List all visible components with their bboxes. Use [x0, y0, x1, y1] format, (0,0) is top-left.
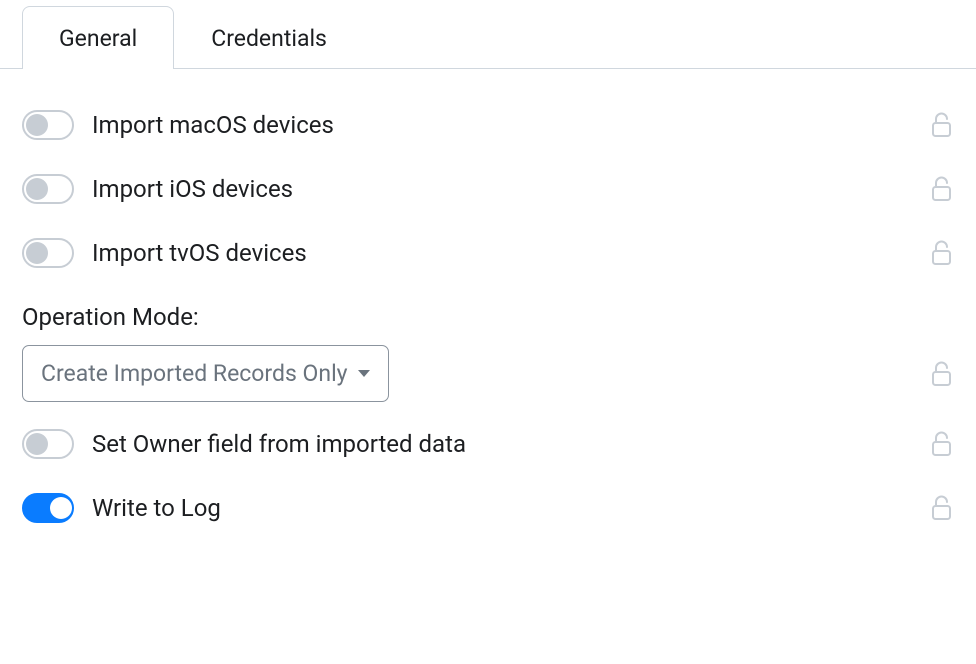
label-import-tvos: Import tvOS devices — [92, 239, 307, 267]
row-write-log: Write to Log — [22, 476, 954, 540]
general-panel: Import macOS devices Import iOS devices … — [0, 69, 976, 540]
label-import-macos: Import macOS devices — [92, 111, 334, 139]
select-operation-mode[interactable]: Create Imported Records Only — [22, 345, 389, 402]
toggle-set-owner[interactable] — [22, 429, 74, 459]
toggle-import-ios[interactable] — [22, 174, 74, 204]
row-import-ios: Import iOS devices — [22, 157, 954, 221]
select-operation-mode-value: Create Imported Records Only — [41, 360, 348, 387]
unlock-icon[interactable] — [930, 494, 954, 522]
toggle-import-tvos[interactable] — [22, 238, 74, 268]
unlock-icon[interactable] — [930, 430, 954, 458]
toggle-import-macos[interactable] — [22, 110, 74, 140]
caret-down-icon — [358, 370, 370, 377]
unlock-icon[interactable] — [930, 175, 954, 203]
row-import-macos: Import macOS devices — [22, 93, 954, 157]
unlock-icon[interactable] — [930, 239, 954, 267]
row-operation-mode: Create Imported Records Only — [22, 345, 954, 402]
tab-bar: General Credentials — [0, 0, 976, 69]
toggle-write-log[interactable] — [22, 493, 74, 523]
unlock-icon[interactable] — [930, 111, 954, 139]
label-set-owner: Set Owner field from imported data — [92, 430, 466, 458]
tab-credentials[interactable]: Credentials — [174, 6, 364, 68]
operation-mode-label: Operation Mode: — [22, 303, 954, 331]
row-import-tvos: Import tvOS devices — [22, 221, 954, 285]
unlock-icon[interactable] — [930, 360, 954, 388]
tab-general[interactable]: General — [22, 6, 174, 69]
row-set-owner: Set Owner field from imported data — [22, 412, 954, 476]
label-write-log: Write to Log — [92, 494, 221, 522]
label-import-ios: Import iOS devices — [92, 175, 293, 203]
